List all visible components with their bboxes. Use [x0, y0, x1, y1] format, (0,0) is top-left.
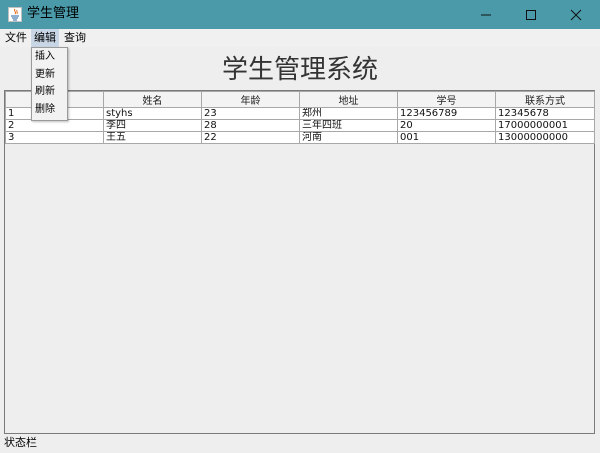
table-cell[interactable]: 李四	[103, 119, 202, 132]
table-cell[interactable]: 17000000001	[495, 119, 595, 132]
table-cell[interactable]: 河南	[299, 131, 398, 144]
table-row[interactable]: 2 李四 28 三年四班 20 17000000001	[5, 119, 595, 132]
table-cell[interactable]: 20	[397, 119, 496, 132]
maximize-button[interactable]	[508, 0, 554, 29]
status-bar: 状态栏	[0, 434, 600, 453]
column-header-name[interactable]: 姓名	[103, 91, 202, 108]
column-header-age[interactable]: 年龄	[201, 91, 300, 108]
edit-menu-dropdown: 插入 更新 刷新 删除	[31, 47, 68, 121]
column-header-address[interactable]: 地址	[299, 91, 398, 108]
close-button[interactable]	[553, 0, 599, 29]
table-cell[interactable]: 28	[201, 119, 300, 132]
table-cell[interactable]: 王五	[103, 131, 202, 144]
minimize-icon	[481, 14, 491, 15]
window-title: 学生管理	[27, 6, 80, 21]
table-cell[interactable]: 三年四班	[299, 119, 398, 132]
app-window: 学生管理 文件 编辑 查询 学生管理系统 姓名 年龄 地址 学号 联系方式 1 …	[0, 0, 600, 453]
table-cell[interactable]: styhs	[103, 107, 202, 120]
java-app-icon	[8, 7, 22, 22]
page-title: 学生管理系统	[221, 55, 378, 85]
menu-file[interactable]: 文件	[2, 29, 30, 47]
menu-item-refresh[interactable]: 刷新	[35, 83, 65, 101]
menu-edit[interactable]: 编辑	[31, 29, 59, 47]
title-bar[interactable]: 学生管理	[0, 0, 600, 29]
menu-item-insert[interactable]: 插入	[35, 48, 65, 66]
table-cell[interactable]: 郑州	[299, 107, 398, 120]
close-icon	[570, 9, 582, 20]
student-table-panel[interactable]: 姓名 年龄 地址 学号 联系方式 1 styhs 23 郑州 123456789…	[4, 90, 595, 434]
table-header-row: 姓名 年龄 地址 学号 联系方式	[5, 91, 595, 108]
table-cell[interactable]: 3	[5, 131, 104, 144]
menu-bar: 文件 编辑 查询	[0, 29, 600, 47]
student-table: 姓名 年龄 地址 学号 联系方式 1 styhs 23 郑州 123456789…	[5, 91, 595, 144]
table-cell[interactable]: 22	[201, 131, 300, 144]
minimize-button[interactable]	[463, 0, 509, 29]
menu-query[interactable]: 查询	[61, 29, 89, 47]
table-cell[interactable]: 12345678	[495, 107, 595, 120]
menu-item-update[interactable]: 更新	[35, 66, 65, 84]
menu-item-delete[interactable]: 删除	[35, 101, 65, 119]
table-cell[interactable]: 13000000000	[495, 131, 595, 144]
table-row[interactable]: 1 styhs 23 郑州 123456789 12345678	[5, 107, 595, 120]
table-cell[interactable]: 123456789	[397, 107, 496, 120]
maximize-icon	[526, 9, 536, 20]
column-header-student-id[interactable]: 学号	[397, 91, 496, 108]
status-text: 状态栏	[4, 436, 37, 449]
table-cell[interactable]: 2	[5, 119, 104, 132]
table-cell[interactable]: 001	[397, 131, 496, 144]
column-header-contact[interactable]: 联系方式	[495, 91, 595, 108]
table-row[interactable]: 3 王五 22 河南 001 13000000000	[5, 131, 595, 144]
table-cell[interactable]: 23	[201, 107, 300, 120]
